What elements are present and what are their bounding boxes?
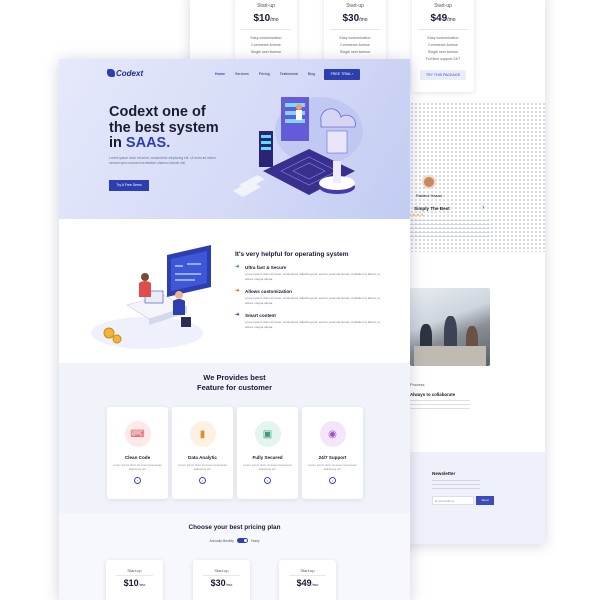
pricing-card-1[interactable]: Start-up $10/mo xyxy=(106,560,163,600)
plan-price: $30/mo xyxy=(342,13,368,24)
arrow-right-icon: ➜ xyxy=(235,312,240,318)
avatar xyxy=(422,175,436,189)
about-kicker: Process xyxy=(410,382,425,387)
features-section: We Provides best Feature for customer ⌨ … xyxy=(59,363,410,513)
plan-label: Start-up xyxy=(257,3,275,9)
billing-toggle[interactable] xyxy=(236,538,248,543)
feature-card-clean-code[interactable]: ⌨ Clean Code Lorem ipsum dolor sit amet … xyxy=(107,407,168,499)
plan-label: Start-up xyxy=(346,3,364,9)
plan-feature: Single user license xyxy=(339,50,371,54)
feature-item: ➜ Allows customization Lorem ipsum dolor … xyxy=(235,288,380,305)
free-demo-button[interactable]: Try A Free Demo xyxy=(109,180,149,191)
features-title: We Provides best Feature for customer xyxy=(196,373,273,392)
helpful-section-title: It's very helpful for operating system xyxy=(235,251,349,258)
plan-label: Start-up xyxy=(434,3,452,9)
hero-title: Codext one of the best system in SAAS. xyxy=(109,104,219,151)
pricing-section: Choose your best pricing plan Annually M… xyxy=(59,513,410,600)
plan-feature: Single user license xyxy=(250,50,282,54)
nav-item-testimonial[interactable]: Testimonial xyxy=(280,72,298,76)
arrow-right-icon: ➜ xyxy=(235,264,240,270)
code-icon: ⌨ xyxy=(124,421,151,447)
pricing-card-2[interactable]: Start-up $30/mo xyxy=(193,560,250,600)
back-pricing-card-3: Start-up $49/mo Easy customization Comme… xyxy=(412,0,474,92)
testimonial-headline: Simply The Best xyxy=(414,206,450,211)
team-photo xyxy=(410,288,490,366)
testimonial-text xyxy=(410,220,490,238)
plan-feature: Full time support 24/7 xyxy=(425,57,461,61)
hero-section: Codext Home Services Pricing Testimonial… xyxy=(59,59,410,219)
plan-feature: Commerce license xyxy=(340,43,370,47)
free-trial-button[interactable]: FREE TRIAL › xyxy=(324,69,360,80)
helpful-section: It's very helpful for operating system ➜… xyxy=(59,231,410,363)
nav-item-blog[interactable]: Blog xyxy=(308,72,315,76)
plan-feature: Commerce license xyxy=(251,43,281,47)
logo-icon xyxy=(107,69,115,77)
billing-yearly-label: Yearly xyxy=(250,539,260,543)
feature-item: ➜ Smart content Lorem ipsum dolor sit ame… xyxy=(235,312,380,329)
pricing-card-3[interactable]: Start-up $49/mo xyxy=(279,560,336,600)
newsletter-text xyxy=(432,480,480,490)
support-icon: ◉ xyxy=(319,421,346,447)
about-text xyxy=(410,400,470,410)
dashboard-worker-illustration xyxy=(91,245,211,349)
newsletter-title: Newsletter xyxy=(432,471,456,476)
nav-item-pricing[interactable]: Pricing xyxy=(259,72,270,76)
feature-card-fully-secured[interactable]: ▣ Fully Secured Lorem ipsum dolor sit am… xyxy=(237,407,298,499)
arrow-right-icon: ➜ xyxy=(235,288,240,294)
feature-item: ➜ Ultra fast & Secure Lorem ipsum dolor s… xyxy=(235,264,380,281)
plan-price: $49/mo xyxy=(430,13,456,24)
plan-feature: Easy customization xyxy=(250,36,282,40)
plan-price: $10/mo xyxy=(253,13,279,24)
pricing-title: Choose your best pricing plan xyxy=(188,524,281,531)
chart-icon: ▮ xyxy=(189,421,216,447)
newsletter-send-button[interactable]: Send xyxy=(476,496,494,505)
billing-toggle-row: Annually Monthly Yearly xyxy=(59,538,410,543)
billing-monthly-label: Annually Monthly xyxy=(209,539,234,543)
arrow-circle-icon[interactable]: › xyxy=(134,477,141,484)
front-page-mockup: Codext Home Services Pricing Testimonial… xyxy=(59,59,410,600)
feature-card-data-analytic[interactable]: ▮ Data Analytic Lorem ipsum dolor sit am… xyxy=(172,407,233,499)
arrow-circle-icon[interactable]: › xyxy=(329,477,336,484)
testimonial-name: Rakibul Hasan xyxy=(416,193,443,198)
plan-feature: Commerce license xyxy=(428,43,458,47)
nav-item-services[interactable]: Services xyxy=(235,72,249,76)
main-nav: Home Services Pricing Testimonial Blog xyxy=(215,72,325,76)
plan-feature: Easy customization xyxy=(339,36,371,40)
plan-feature: Easy customization xyxy=(427,36,459,40)
hero-subtitle: Lorem ipsum dolor sit amet, consectetur … xyxy=(109,156,216,165)
plan-feature: Single user license xyxy=(427,50,459,54)
isometric-server-illustration xyxy=(233,97,363,197)
chevron-right-icon[interactable]: › xyxy=(482,204,484,211)
nav-item-home[interactable]: Home xyxy=(215,72,225,76)
logo[interactable]: Codext xyxy=(107,69,143,78)
about-headline: Always to collaborate xyxy=(410,392,456,397)
arrow-circle-icon[interactable]: › xyxy=(264,477,271,484)
newsletter-email-input[interactable]: Email Address xyxy=(432,496,474,505)
try-package-button[interactable]: TRY THIS PACKAGE xyxy=(419,70,467,80)
feature-card-support[interactable]: ◉ 24/7 Support Lorem ipsum dolor sit ame… xyxy=(302,407,363,499)
arrow-circle-icon[interactable]: › xyxy=(199,477,206,484)
lock-icon: ▣ xyxy=(254,421,281,447)
